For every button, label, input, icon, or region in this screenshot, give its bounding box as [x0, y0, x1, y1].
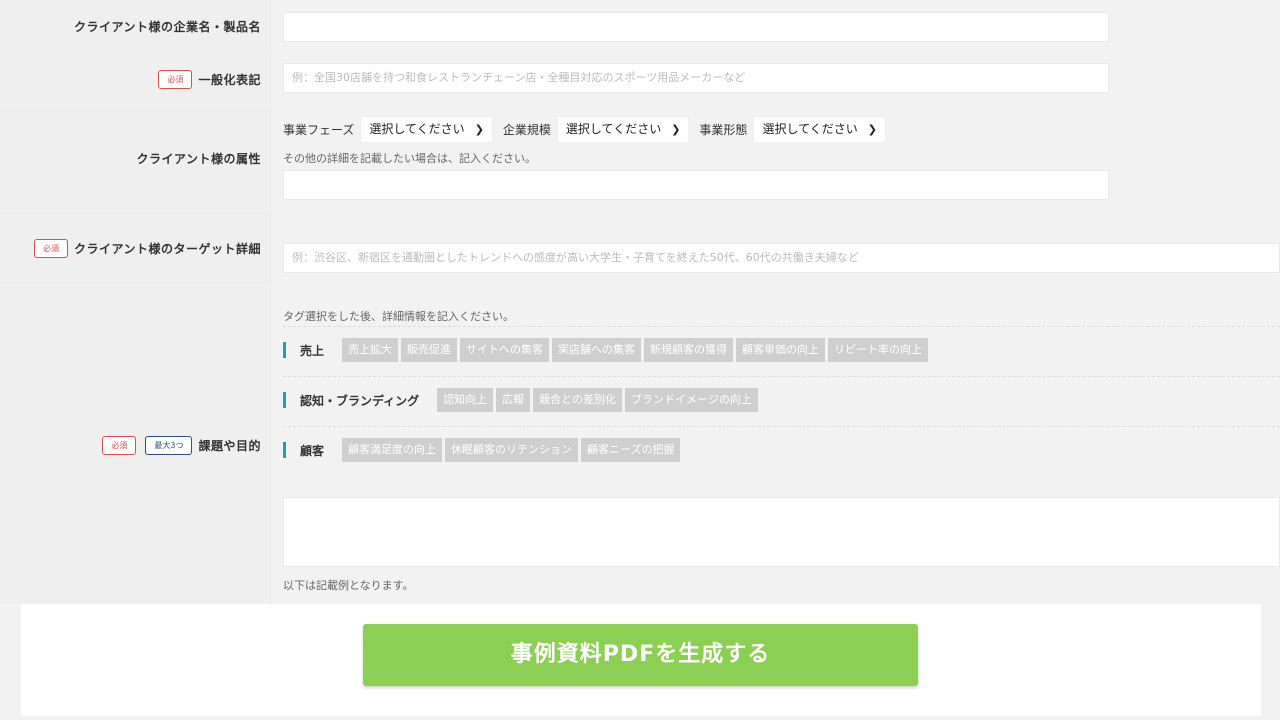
company-size-select[interactable]: 選択してください ❯ [556, 116, 690, 143]
business-type-select[interactable]: 選択してください ❯ [753, 116, 886, 143]
row-general: 必須 一般化表記 例：全国30店舗を持つ和食レストランチェーン店・全種目対応のス… [0, 53, 1280, 105]
divider [283, 426, 1280, 427]
general-label: 一般化表記 [198, 72, 261, 87]
attributes-detail-input[interactable] [283, 170, 1109, 200]
tag[interactable]: リピート率の向上 [828, 338, 929, 362]
company-size-label: 企業規模 [502, 123, 551, 137]
tag[interactable]: 販売促進 [401, 338, 458, 362]
row-goals: 必須 最大3つ 課題や目的 タグ選択をした後、詳細情報を記入ください。 売上 売… [0, 286, 1280, 604]
chevron-down-icon: ❯ [867, 123, 877, 136]
label-cell: クライアント様の属性 [0, 106, 271, 210]
chevron-down-icon: ❯ [474, 123, 484, 136]
tag-group-branding: 認知・ブランディング 認知向上 広報 競合との差別化 ブランドイメージの向上 [283, 388, 761, 412]
field-cell: タグ選択をした後、詳細情報を記入ください。 売上 売上拡大 販売促進 サイトへの… [271, 286, 1280, 604]
accent-bar [283, 442, 286, 458]
tag[interactable]: 休眠顧客のリテンション [445, 438, 579, 462]
tag[interactable]: 顧客満足度の向上 [342, 438, 443, 462]
select-row: 事業フェーズ 選択してください ❯ 企業規模 選択してください ❯ 事業形態 選… [283, 116, 896, 143]
business-type-value: 選択してください [762, 122, 858, 136]
divider [283, 376, 1280, 377]
target-input[interactable]: 例：渋谷区、新宿区を通勤圏としたトレンドへの感度が高い大学生・子育てを終えた50… [283, 243, 1280, 273]
footer-panel: 事例資料PDFを生成する [21, 604, 1261, 716]
row-company: クライアント様の企業名・製品名 [0, 0, 1280, 52]
field-cell [271, 0, 1280, 52]
max-badge: 最大3つ [145, 435, 193, 455]
tag[interactable]: 新規顧客の獲得 [644, 338, 734, 362]
company-input[interactable] [283, 12, 1109, 42]
tag[interactable]: 顧客ニーズの把握 [581, 438, 681, 462]
required-badge: 必須 [33, 238, 68, 258]
tag[interactable]: 競合との差別化 [533, 388, 623, 412]
business-type-label: 事業形態 [699, 123, 748, 137]
tag-group-sales: 売上 売上拡大 販売促進 サイトへの集客 実店舗への集客 新規顧客の獲得 顧客単… [283, 338, 931, 362]
accent-bar [283, 392, 286, 408]
field-cell: 例：全国30店舗を持つ和食レストランチェーン店・全種目対応のスポーツ用品メーカー… [271, 53, 1280, 105]
required-badge: 必須 [158, 69, 193, 89]
company-size-value: 選択してください [565, 122, 662, 136]
tag[interactable]: 認知向上 [437, 388, 494, 412]
business-phase-select[interactable]: 選択してください ❯ [360, 116, 493, 143]
divider [283, 326, 1280, 327]
attributes-label: クライアント様の属性 [136, 151, 261, 166]
tag[interactable]: ブランドイメージの向上 [625, 388, 758, 412]
label-cell: クライアント様の企業名・製品名 [0, 0, 271, 52]
company-label: クライアント様の企業名・製品名 [73, 19, 261, 34]
attributes-hint: その他の詳細を記載したい場合は、記入ください。 [283, 152, 536, 165]
goals-detail-textarea[interactable] [283, 497, 1280, 567]
label-cell: 必須 最大3つ 課題や目的 [0, 286, 271, 604]
goals-instruction: タグ選択をした後、詳細情報を記入ください。 [283, 310, 514, 323]
target-label: クライアント様のターゲット詳細 [73, 241, 261, 256]
goals-label: 課題や目的 [198, 438, 261, 453]
field-cell: 例：渋谷区、新宿区を通勤圏としたトレンドへの感度が高い大学生・子育てを終えた50… [271, 211, 1280, 285]
general-input[interactable]: 例：全国30店舗を持つ和食レストランチェーン店・全種目対応のスポーツ用品メーカー… [283, 63, 1109, 93]
row-attributes: クライアント様の属性 事業フェーズ 選択してください ❯ 企業規模 選択してくだ… [0, 106, 1280, 210]
tag[interactable]: 広報 [496, 388, 531, 412]
field-cell: 事業フェーズ 選択してください ❯ 企業規模 選択してください ❯ 事業形態 選… [271, 106, 1280, 210]
tag[interactable]: 売上拡大 [342, 338, 399, 362]
tag-group-title: 顧客 [300, 443, 325, 458]
accent-bar [283, 342, 286, 358]
tag[interactable]: 顧客単価の向上 [736, 338, 826, 362]
business-phase-label: 事業フェーズ [283, 123, 355, 137]
tag[interactable]: 実店舗への集客 [552, 338, 642, 362]
chevron-down-icon: ❯ [671, 123, 681, 136]
goals-footnote: 以下は記載例となります。 [283, 579, 414, 592]
tag-group-title: 売上 [300, 343, 325, 358]
tag-group-customers: 顧客 顧客満足度の向上 休眠顧客のリテンション 顧客ニーズの把握 [283, 438, 683, 462]
row-target: 必須 クライアント様のターゲット詳細 例：渋谷区、新宿区を通勤圏としたトレンドへ… [0, 211, 1280, 285]
business-phase-value: 選択してください [369, 122, 465, 136]
label-cell: 必須 一般化表記 [0, 53, 271, 105]
tag[interactable]: サイトへの集客 [460, 338, 550, 362]
generate-pdf-button[interactable]: 事例資料PDFを生成する [363, 624, 918, 686]
label-cell: 必須 クライアント様のターゲット詳細 [0, 211, 271, 285]
tag-group-title: 認知・ブランディング [300, 393, 420, 408]
required-badge: 必須 [102, 435, 137, 455]
